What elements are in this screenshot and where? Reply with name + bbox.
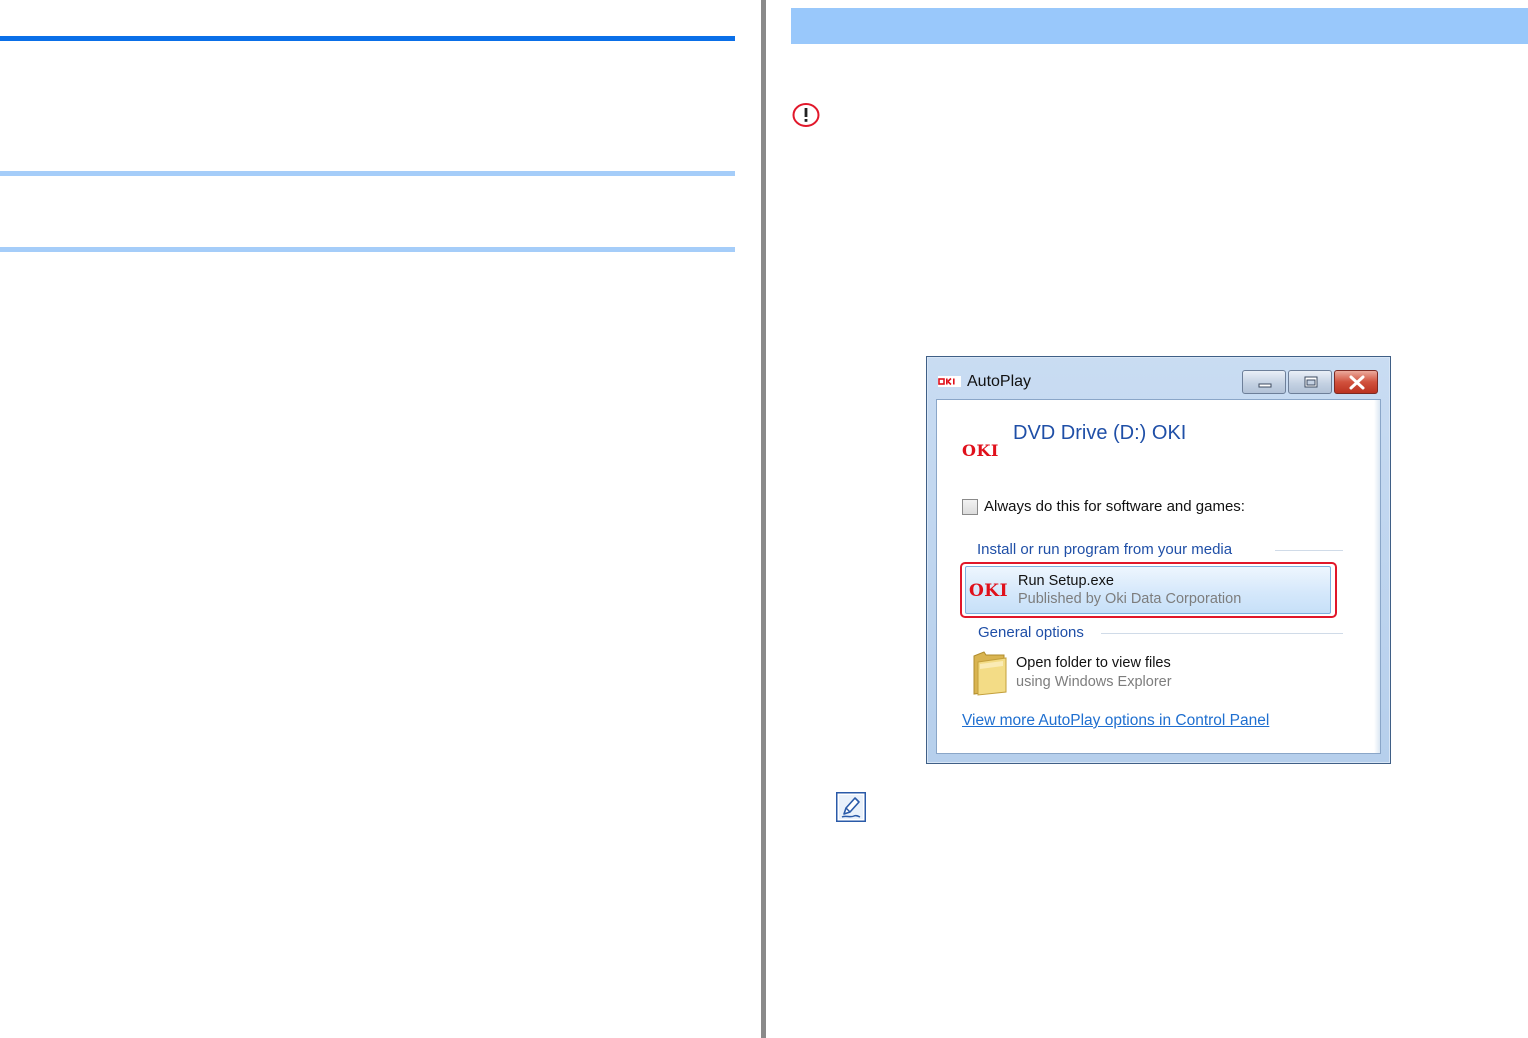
caution-icon [792, 103, 820, 127]
section-heading-band [791, 8, 1528, 44]
manual-page-spread: AutoPlay OKI DVD Drive (D:) OKI Always d… [0, 0, 1528, 1038]
chapter-title-rule [0, 36, 735, 41]
maximize-icon [1304, 376, 1318, 388]
folder-icon [973, 651, 1007, 696]
general-options-heading: General options [978, 624, 1084, 641]
maximize-button[interactable] [1288, 370, 1332, 394]
window-titlebar[interactable]: AutoPlay [927, 357, 1390, 399]
window-title: AutoPlay [967, 373, 1032, 390]
minimize-icon [1258, 383, 1272, 388]
always-do-this-label: Always do this for software and games: [984, 498, 1245, 515]
install-group-heading: Install or run program from your media [977, 541, 1233, 558]
drive-title: DVD Drive (D:) OKI [1013, 422, 1187, 444]
highlight-frame [960, 562, 1337, 618]
section-rule-top [0, 171, 735, 176]
always-do-this-checkbox[interactable] [962, 499, 978, 515]
note-pencil-icon [836, 792, 866, 822]
autoplay-content: OKI DVD Drive (D:) OKI Always do this fo… [936, 399, 1381, 754]
more-autoplay-options-link[interactable]: View more AutoPlay options in Control Pa… [962, 712, 1269, 730]
minimize-button[interactable] [1242, 370, 1286, 394]
page-gutter-divider [761, 0, 766, 1038]
autoplay-window: AutoPlay OKI DVD Drive (D:) OKI Always d… [926, 356, 1391, 764]
close-icon [1349, 375, 1365, 390]
drive-oki-logo: OKI [962, 441, 999, 460]
close-button[interactable] [1334, 370, 1378, 394]
oki-logo [938, 376, 961, 387]
section-rule-bottom [0, 247, 735, 252]
install-group-divider [1275, 550, 1343, 551]
open-folder-option[interactable]: Open folder to view files using Windows … [962, 645, 1322, 697]
general-options-divider [1101, 633, 1343, 634]
open-folder-title: Open folder to view files [1016, 655, 1171, 671]
open-folder-subtitle: using Windows Explorer [1016, 674, 1172, 690]
